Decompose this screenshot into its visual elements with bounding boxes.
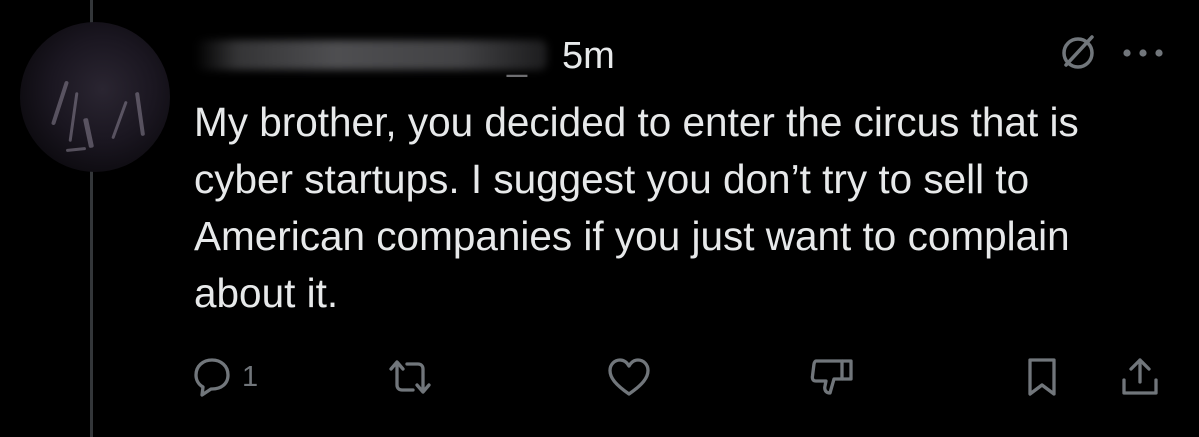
author-handle[interactable]: _ [507,40,528,76]
retweet-icon [385,355,435,399]
reply-count: 1 [242,361,259,393]
author-name-redacted[interactable] [195,40,547,70]
share-icon [1118,355,1162,399]
reply-icon [190,355,234,399]
downvote-button[interactable] [808,355,856,399]
share-button[interactable] [1118,355,1162,399]
retweet-button[interactable] [385,355,435,399]
bookmark-icon [1022,355,1062,399]
tweet-timestamp[interactable]: 5m [562,36,615,76]
like-button[interactable] [606,355,652,399]
heart-icon [606,355,652,399]
thumbs-down-icon [808,355,856,399]
avatar[interactable] [20,22,170,172]
more-options-icon[interactable] [1118,38,1168,68]
grok-icon[interactable] [1056,31,1100,75]
reply-button[interactable]: 1 [190,355,258,399]
bookmark-button[interactable] [1022,355,1062,399]
tweet-text: My brother, you decided to enter the cir… [194,99,1079,316]
